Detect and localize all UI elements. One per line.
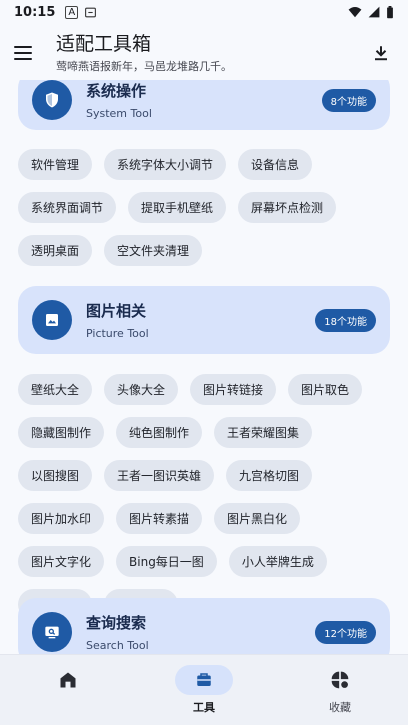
section-text: 图片相关 Picture Tool [86, 300, 315, 340]
chip-sign-generator[interactable]: 小人举牌生成 [228, 546, 327, 577]
chip-reverse-search[interactable]: 以图搜图 [18, 460, 93, 491]
bottom-nav: 工具 收藏 [0, 654, 408, 725]
chip-solid-color[interactable]: 纯色图制作 [116, 417, 203, 448]
chip-bing-daily[interactable]: Bing每日一图 [116, 546, 217, 577]
nav-tools-label: 工具 [193, 701, 215, 714]
chip-device-info[interactable]: 设备信息 [238, 149, 313, 180]
chip-hidden-image[interactable]: 隐藏图制作 [18, 417, 105, 448]
chip-grayscale[interactable]: 图片黑白化 [214, 503, 301, 534]
chip-software-manager[interactable]: 软件管理 [18, 149, 93, 180]
chip-extract-wallpaper[interactable]: 提取手机壁纸 [128, 192, 227, 223]
chip-grid-cut[interactable]: 九宫格切图 [226, 460, 313, 491]
app-subtitle: 莺啼燕语报新年，马邑龙堆路几千。 [56, 60, 232, 73]
nav-favorites[interactable]: 收藏 [272, 655, 408, 725]
chip-color-picker[interactable]: 图片取色 [288, 374, 363, 405]
chip-group-system: 软件管理 系统字体大小调节 设备信息 系统界面调节 提取手机壁纸 屏幕坏点检测 … [18, 149, 398, 278]
section-text: 查询搜索 Search Tool [86, 612, 315, 652]
signal-icon [368, 6, 380, 18]
favorites-icon [311, 665, 369, 695]
header-titles: 适配工具箱 莺啼燕语报新年，马邑龙堆路几千。 [56, 32, 368, 74]
section-title: 系统操作 [86, 82, 147, 100]
count-badge: 8个功能 [321, 88, 376, 112]
section-subtitle: Picture Tool [86, 327, 149, 340]
section-subtitle: Search Tool [86, 639, 149, 652]
section-title: 查询搜索 [86, 614, 147, 632]
sync-icon [85, 7, 97, 17]
home-icon [39, 665, 97, 695]
chip-font-size[interactable]: 系统字体大小调节 [104, 149, 227, 180]
section-subtitle: System Tool [86, 107, 152, 120]
chip-transparent-desktop[interactable]: 透明桌面 [18, 235, 93, 266]
battery-icon [387, 5, 393, 18]
section-card-system[interactable]: 系统操作 System Tool 8个功能 [18, 80, 390, 130]
count-badge: 18个功能 [315, 308, 376, 332]
chip-honor-of-kings[interactable]: 王者荣耀图集 [214, 417, 313, 448]
section-title: 图片相关 [86, 302, 147, 320]
chip-ui-adjust[interactable]: 系统界面调节 [18, 192, 117, 223]
section-card-search[interactable]: 查询搜索 Search Tool 12个功能 [18, 598, 390, 654]
wifi-icon [348, 7, 362, 18]
nav-favorites-label: 收藏 [329, 701, 351, 714]
download-icon[interactable] [368, 40, 394, 66]
tool-list[interactable]: 系统操作 System Tool 8个功能 软件管理 系统字体大小调节 设备信息… [0, 80, 408, 654]
notification-badge: A [65, 5, 79, 19]
chip-wallpapers[interactable]: 壁纸大全 [18, 374, 93, 405]
search-screen-icon [32, 612, 72, 652]
status-bar: 10:15 A [0, 0, 408, 24]
status-time: 10:15 [14, 4, 56, 20]
chip-watermark[interactable]: 图片加水印 [18, 503, 105, 534]
chip-image-to-link[interactable]: 图片转链接 [190, 374, 277, 405]
chip-group-picture: 壁纸大全 头像大全 图片转链接 图片取色 隐藏图制作 纯色图制作 王者荣耀图集 … [18, 374, 398, 632]
nav-home[interactable] [0, 655, 136, 725]
status-icons [348, 5, 394, 19]
toolbox-icon [175, 665, 233, 695]
chip-sketch[interactable]: 图片转素描 [116, 503, 203, 534]
chip-empty-folder[interactable]: 空文件夹清理 [104, 235, 203, 266]
nav-tools[interactable]: 工具 [136, 655, 272, 725]
section-text: 系统操作 System Tool [86, 80, 322, 120]
chip-avatars[interactable]: 头像大全 [104, 374, 179, 405]
shield-icon [32, 80, 72, 120]
image-icon [32, 300, 72, 340]
chip-dead-pixel[interactable]: 屏幕坏点检测 [238, 192, 337, 223]
section-card-picture[interactable]: 图片相关 Picture Tool 18个功能 [18, 286, 390, 354]
chip-ascii-art[interactable]: 图片文字化 [18, 546, 105, 577]
menu-icon[interactable] [14, 41, 38, 65]
count-badge: 12个功能 [315, 620, 376, 644]
chip-hero-recognition[interactable]: 王者一图识英雄 [104, 460, 215, 491]
app-bar: 适配工具箱 莺啼燕语报新年，马邑龙堆路几千。 [0, 24, 408, 82]
app-title: 适配工具箱 [56, 33, 152, 55]
